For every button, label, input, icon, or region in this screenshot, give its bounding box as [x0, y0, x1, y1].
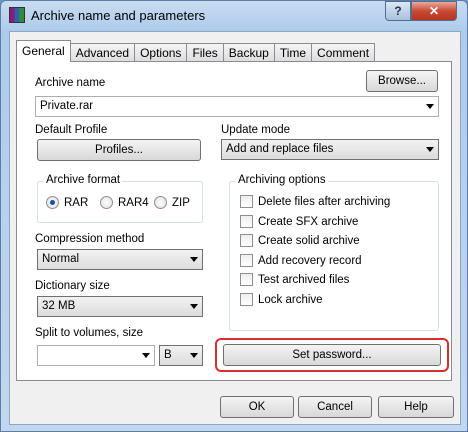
chevron-down-icon [190, 353, 198, 358]
help-button[interactable]: Help [378, 396, 454, 418]
dictionary-size-value: 32 MB [42, 300, 76, 312]
update-mode-label: Update mode [221, 124, 291, 136]
chevron-down-icon [190, 304, 198, 309]
option-test-files-label: Test archived files [258, 273, 350, 286]
radio-button[interactable] [100, 196, 113, 209]
close-button[interactable]: ✕ [411, 1, 457, 21]
radio-button-selected[interactable] [46, 196, 59, 209]
title-bar[interactable]: Archive name and parameters ? ✕ [1, 1, 467, 31]
archive-format-group: Archive format RAR RAR4 ZIP [37, 174, 203, 223]
option-lock-archive[interactable]: Lock archive [240, 293, 323, 306]
dictionary-size-select[interactable]: 32 MB [37, 296, 203, 317]
default-profile-label: Default Profile [35, 124, 108, 136]
option-create-sfx-label: Create SFX archive [258, 215, 359, 228]
browse-button[interactable]: Browse... [366, 70, 438, 92]
checkbox[interactable] [240, 273, 253, 286]
option-create-sfx[interactable]: Create SFX archive [240, 215, 358, 228]
archive-name-combo[interactable]: Private.rar [35, 96, 439, 117]
dialog-client: General Advanced Options Files Backup Ti… [9, 31, 461, 425]
tab-options[interactable]: Options [134, 43, 188, 62]
help-title-button[interactable]: ? [385, 1, 411, 21]
checkbox[interactable] [240, 195, 253, 208]
option-test-files[interactable]: Test archived files [240, 273, 349, 286]
split-volumes-label: Split to volumes, size [35, 327, 144, 339]
compression-method-label: Compression method [35, 233, 145, 245]
radio-zip[interactable]: ZIP [154, 196, 190, 209]
radio-rar-label: RAR [64, 196, 89, 209]
option-recovery-record-label: Add recovery record [258, 254, 362, 267]
radio-rar4-label: RAR4 [118, 196, 149, 209]
tab-backup[interactable]: Backup [222, 43, 275, 62]
checkbox[interactable] [240, 254, 253, 267]
tab-files[interactable]: Files [186, 43, 224, 62]
archive-name-value: Private.rar [40, 100, 94, 112]
tab-advanced[interactable]: Advanced [69, 43, 136, 62]
winrar-icon [9, 7, 25, 23]
cancel-button[interactable]: Cancel [298, 396, 372, 418]
tab-general[interactable]: General [16, 40, 71, 62]
tab-comment[interactable]: Comment [311, 43, 376, 62]
tab-strip: General Advanced Options Files Backup Ti… [16, 40, 376, 62]
chevron-down-icon [190, 257, 198, 262]
split-unit-value: B [164, 349, 172, 361]
radio-rar[interactable]: RAR [46, 196, 88, 209]
split-size-combo[interactable] [37, 345, 155, 366]
radio-zip-label: ZIP [172, 196, 190, 209]
option-delete-files-label: Delete files after archiving [258, 195, 391, 208]
update-mode-value: Add and replace files [226, 143, 334, 155]
checkbox[interactable] [240, 293, 253, 306]
option-create-solid[interactable]: Create solid archive [240, 234, 360, 247]
split-unit-select[interactable]: B [159, 345, 203, 366]
window-title: Archive name and parameters [31, 8, 206, 23]
option-recovery-record[interactable]: Add recovery record [240, 254, 362, 267]
archive-format-title: Archive format [44, 174, 123, 186]
option-lock-archive-label: Lock archive [258, 293, 323, 306]
checkbox[interactable] [240, 234, 253, 247]
archiving-options-title: Archiving options [236, 174, 328, 186]
dictionary-size-label: Dictionary size [35, 280, 110, 292]
compression-method-value: Normal [42, 253, 80, 265]
update-mode-select[interactable]: Add and replace files [221, 139, 439, 160]
chevron-down-icon [142, 353, 150, 358]
option-delete-files[interactable]: Delete files after archiving [240, 195, 390, 208]
compression-method-select[interactable]: Normal [37, 249, 203, 270]
option-create-solid-label: Create solid archive [258, 234, 360, 247]
radio-rar4[interactable]: RAR4 [100, 196, 149, 209]
archiving-options-group: Archiving options Delete files after arc… [229, 174, 439, 331]
archive-name-label: Archive name [35, 77, 106, 89]
tab-time[interactable]: Time [273, 43, 313, 62]
profiles-button[interactable]: Profiles... [37, 139, 201, 161]
chevron-down-icon [426, 104, 434, 109]
dialog-window: Archive name and parameters ? ✕ General … [0, 0, 468, 432]
checkbox[interactable] [240, 215, 253, 228]
ok-button[interactable]: OK [220, 396, 294, 418]
general-panel: Archive name Browse... Private.rar Defau… [16, 61, 452, 381]
chevron-down-icon [426, 147, 434, 152]
set-password-button[interactable]: Set password... [223, 344, 441, 366]
radio-button[interactable] [154, 196, 167, 209]
